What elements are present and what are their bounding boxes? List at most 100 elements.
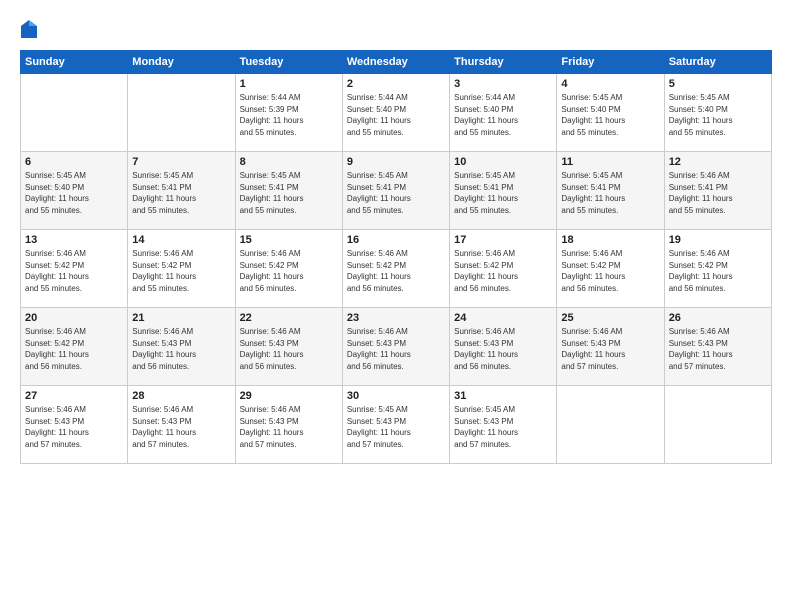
- day-number: 3: [454, 78, 552, 90]
- calendar-week-row: 1 Sunrise: 5:44 AM Sunset: 5:39 PM Daylig…: [21, 74, 772, 152]
- day-number: 20: [25, 312, 123, 324]
- day-info: Sunrise: 5:46 AM Sunset: 5:42 PM Dayligh…: [669, 248, 767, 294]
- calendar-cell: 13 Sunrise: 5:46 AM Sunset: 5:42 PM Dayli…: [21, 230, 128, 308]
- day-number: 26: [669, 312, 767, 324]
- day-number: 6: [25, 156, 123, 168]
- calendar-cell: 1 Sunrise: 5:44 AM Sunset: 5:39 PM Daylig…: [235, 74, 342, 152]
- header: [20, 18, 772, 40]
- calendar-cell: 18 Sunrise: 5:46 AM Sunset: 5:42 PM Dayli…: [557, 230, 664, 308]
- calendar-cell: 5 Sunrise: 5:45 AM Sunset: 5:40 PM Daylig…: [664, 74, 771, 152]
- day-info: Sunrise: 5:46 AM Sunset: 5:43 PM Dayligh…: [347, 326, 445, 372]
- calendar-cell: 23 Sunrise: 5:46 AM Sunset: 5:43 PM Dayli…: [342, 308, 449, 386]
- calendar-cell: 9Sunrise: 5:45 AM Sunset: 5:41 PM Daylig…: [342, 152, 449, 230]
- day-number: 16: [347, 234, 445, 246]
- day-info: Sunrise: 5:46 AM Sunset: 5:43 PM Dayligh…: [561, 326, 659, 372]
- logo-icon: [20, 18, 38, 40]
- day-number: 14: [132, 234, 230, 246]
- day-info: Sunrise: 5:46 AM Sunset: 5:42 PM Dayligh…: [561, 248, 659, 294]
- day-number: 21: [132, 312, 230, 324]
- day-number: 9: [347, 156, 445, 168]
- calendar-weekday-header: Thursday: [450, 51, 557, 74]
- day-number: 5: [669, 78, 767, 90]
- calendar-cell: 26 Sunrise: 5:46 AM Sunset: 5:43 PM Dayli…: [664, 308, 771, 386]
- calendar-cell: 27Sunrise: 5:46 AM Sunset: 5:43 PM Dayli…: [21, 386, 128, 464]
- calendar-cell: 24 Sunrise: 5:46 AM Sunset: 5:43 PM Dayli…: [450, 308, 557, 386]
- calendar-cell: [21, 74, 128, 152]
- calendar-cell: 6Sunrise: 5:45 AM Sunset: 5:40 PM Daylig…: [21, 152, 128, 230]
- calendar-weekday-header: Saturday: [664, 51, 771, 74]
- calendar-weekday-header: Sunday: [21, 51, 128, 74]
- day-info: Sunrise: 5:45 AM Sunset: 5:40 PM Dayligh…: [669, 92, 767, 138]
- day-info: Sunrise: 5:45 AM Sunset: 5:43 PM Dayligh…: [454, 404, 552, 450]
- day-number: 31: [454, 390, 552, 402]
- calendar-cell: 12 Sunrise: 5:46 AM Sunset: 5:41 PM Dayli…: [664, 152, 771, 230]
- day-number: 28: [132, 390, 230, 402]
- day-info: Sunrise: 5:46 AM Sunset: 5:41 PM Dayligh…: [669, 170, 767, 216]
- calendar-weekday-header: Tuesday: [235, 51, 342, 74]
- day-number: 23: [347, 312, 445, 324]
- calendar-cell: 25 Sunrise: 5:46 AM Sunset: 5:43 PM Dayli…: [557, 308, 664, 386]
- day-info: Sunrise: 5:45 AM Sunset: 5:43 PM Dayligh…: [347, 404, 445, 450]
- day-number: 17: [454, 234, 552, 246]
- day-number: 22: [240, 312, 338, 324]
- calendar-header-row: SundayMondayTuesdayWednesdayThursdayFrid…: [21, 51, 772, 74]
- day-number: 10: [454, 156, 552, 168]
- calendar-weekday-header: Friday: [557, 51, 664, 74]
- day-info: Sunrise: 5:46 AM Sunset: 5:43 PM Dayligh…: [132, 326, 230, 372]
- day-number: 11: [561, 156, 659, 168]
- day-info: Sunrise: 5:45 AM Sunset: 5:41 PM Dayligh…: [240, 170, 338, 216]
- calendar-cell: 15 Sunrise: 5:46 AM Sunset: 5:42 PM Dayli…: [235, 230, 342, 308]
- day-number: 1: [240, 78, 338, 90]
- day-info: Sunrise: 5:46 AM Sunset: 5:42 PM Dayligh…: [25, 248, 123, 294]
- day-number: 25: [561, 312, 659, 324]
- day-info: Sunrise: 5:46 AM Sunset: 5:42 PM Dayligh…: [25, 326, 123, 372]
- logo: [20, 18, 42, 40]
- day-number: 4: [561, 78, 659, 90]
- calendar-cell: 17 Sunrise: 5:46 AM Sunset: 5:42 PM Dayli…: [450, 230, 557, 308]
- day-number: 13: [25, 234, 123, 246]
- calendar-cell: 14 Sunrise: 5:46 AM Sunset: 5:42 PM Dayli…: [128, 230, 235, 308]
- calendar-cell: 21 Sunrise: 5:46 AM Sunset: 5:43 PM Dayli…: [128, 308, 235, 386]
- day-info: Sunrise: 5:46 AM Sunset: 5:42 PM Dayligh…: [347, 248, 445, 294]
- calendar-table: SundayMondayTuesdayWednesdayThursdayFrid…: [20, 50, 772, 464]
- day-number: 7: [132, 156, 230, 168]
- calendar-cell: 8 Sunrise: 5:45 AM Sunset: 5:41 PM Daylig…: [235, 152, 342, 230]
- calendar-cell: 4 Sunrise: 5:45 AM Sunset: 5:40 PM Daylig…: [557, 74, 664, 152]
- calendar-cell: 7 Sunrise: 5:45 AM Sunset: 5:41 PM Daylig…: [128, 152, 235, 230]
- day-info: Sunrise: 5:45 AM Sunset: 5:41 PM Dayligh…: [454, 170, 552, 216]
- calendar-cell: [557, 386, 664, 464]
- calendar-cell: 3Sunrise: 5:44 AM Sunset: 5:40 PM Daylig…: [450, 74, 557, 152]
- day-info: Sunrise: 5:46 AM Sunset: 5:43 PM Dayligh…: [669, 326, 767, 372]
- day-number: 27: [25, 390, 123, 402]
- day-info: Sunrise: 5:46 AM Sunset: 5:43 PM Dayligh…: [132, 404, 230, 450]
- day-info: Sunrise: 5:44 AM Sunset: 5:39 PM Dayligh…: [240, 92, 338, 138]
- day-number: 24: [454, 312, 552, 324]
- calendar-cell: 19 Sunrise: 5:46 AM Sunset: 5:42 PM Dayli…: [664, 230, 771, 308]
- day-number: 18: [561, 234, 659, 246]
- day-info: Sunrise: 5:45 AM Sunset: 5:40 PM Dayligh…: [561, 92, 659, 138]
- day-number: 19: [669, 234, 767, 246]
- calendar-week-row: 13 Sunrise: 5:46 AM Sunset: 5:42 PM Dayli…: [21, 230, 772, 308]
- calendar-cell: 10 Sunrise: 5:45 AM Sunset: 5:41 PM Dayli…: [450, 152, 557, 230]
- day-number: 15: [240, 234, 338, 246]
- calendar-cell: 28 Sunrise: 5:46 AM Sunset: 5:43 PM Dayli…: [128, 386, 235, 464]
- calendar-cell: 16 Sunrise: 5:46 AM Sunset: 5:42 PM Dayli…: [342, 230, 449, 308]
- day-info: Sunrise: 5:45 AM Sunset: 5:41 PM Dayligh…: [132, 170, 230, 216]
- day-info: Sunrise: 5:46 AM Sunset: 5:42 PM Dayligh…: [132, 248, 230, 294]
- day-info: Sunrise: 5:46 AM Sunset: 5:42 PM Dayligh…: [240, 248, 338, 294]
- calendar-cell: 22Sunrise: 5:46 AM Sunset: 5:43 PM Dayli…: [235, 308, 342, 386]
- calendar-cell: 2Sunrise: 5:44 AM Sunset: 5:40 PM Daylig…: [342, 74, 449, 152]
- day-info: Sunrise: 5:46 AM Sunset: 5:43 PM Dayligh…: [240, 404, 338, 450]
- day-number: 12: [669, 156, 767, 168]
- day-info: Sunrise: 5:44 AM Sunset: 5:40 PM Dayligh…: [347, 92, 445, 138]
- day-info: Sunrise: 5:46 AM Sunset: 5:43 PM Dayligh…: [454, 326, 552, 372]
- calendar-cell: 29 Sunrise: 5:46 AM Sunset: 5:43 PM Dayli…: [235, 386, 342, 464]
- calendar-cell: 20 Sunrise: 5:46 AM Sunset: 5:42 PM Dayli…: [21, 308, 128, 386]
- page: SundayMondayTuesdayWednesdayThursdayFrid…: [0, 0, 792, 612]
- calendar-cell: 31 Sunrise: 5:45 AM Sunset: 5:43 PM Dayli…: [450, 386, 557, 464]
- day-info: Sunrise: 5:46 AM Sunset: 5:42 PM Dayligh…: [454, 248, 552, 294]
- day-number: 8: [240, 156, 338, 168]
- calendar-week-row: 20 Sunrise: 5:46 AM Sunset: 5:42 PM Dayli…: [21, 308, 772, 386]
- day-number: 29: [240, 390, 338, 402]
- calendar-cell: 30Sunrise: 5:45 AM Sunset: 5:43 PM Dayli…: [342, 386, 449, 464]
